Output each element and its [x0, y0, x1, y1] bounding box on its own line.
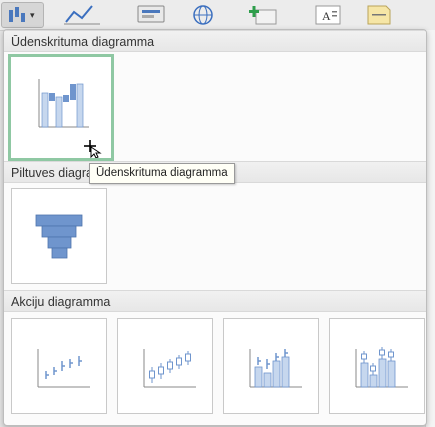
note-icon[interactable] — [360, 2, 396, 26]
chevron-down-icon: ▾ — [30, 10, 35, 20]
chart-type-tooltip: Ūdenskrituma diagramma — [89, 163, 235, 184]
stock-chart-option[interactable] — [223, 318, 319, 414]
chart-gallery-panel: Ūdenskrituma diagramma Piltuves diagramm… — [3, 29, 427, 426]
funnel-chart-icon — [35, 214, 83, 259]
stock-high-low-close-icon — [37, 349, 90, 388]
funnel-chart-option[interactable] — [11, 188, 107, 284]
stock-chart-option[interactable] — [11, 318, 107, 414]
section-header-stock: Akciju diagramma — [4, 290, 426, 312]
stock-chart-option[interactable] — [329, 318, 425, 414]
stock-volume-open-high-low-close-icon — [355, 347, 408, 388]
svg-text:A: A — [322, 9, 331, 23]
line-chart-icon[interactable] — [62, 2, 102, 26]
section-header-waterfall: Ūdenskrituma diagramma — [4, 30, 426, 52]
text-box-icon[interactable]: A — [310, 2, 346, 26]
insert-chart-button[interactable]: ▾ — [1, 2, 44, 28]
new-sheet-icon[interactable] — [246, 2, 282, 26]
stock-open-high-low-close-icon — [143, 349, 196, 388]
mouse-cursor-icon — [84, 140, 102, 158]
insert-chart-icon — [9, 7, 25, 22]
stock-volume-high-low-close-icon — [249, 349, 302, 388]
smartart-icon[interactable] — [132, 2, 172, 26]
section-title: Ūdenskrituma diagramma — [11, 35, 155, 49]
section-title: Akciju diagramma — [11, 295, 111, 309]
tooltip-text: Ūdenskrituma diagramma — [96, 167, 228, 179]
globe-icon[interactable] — [188, 2, 218, 26]
ribbon-toolbar: ▾ A — [0, 0, 435, 31]
stock-chart-option[interactable] — [117, 318, 213, 414]
